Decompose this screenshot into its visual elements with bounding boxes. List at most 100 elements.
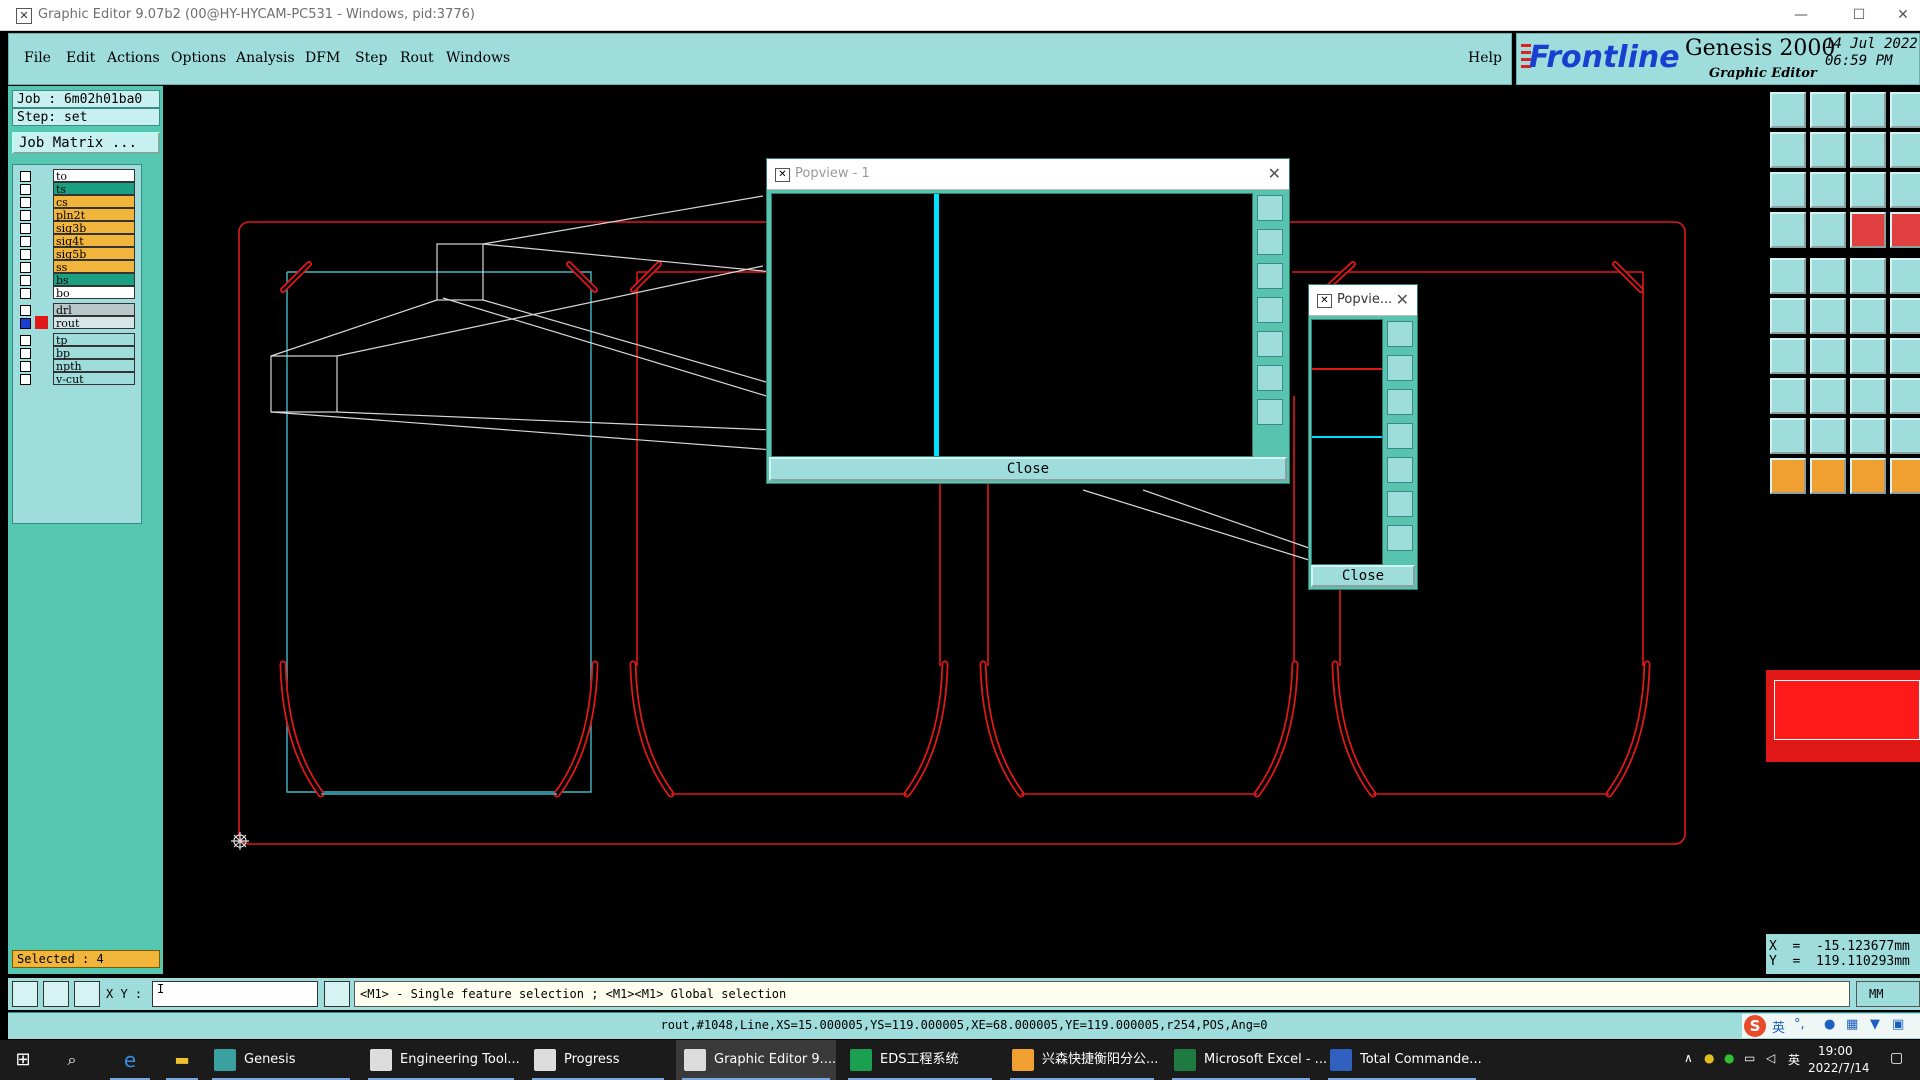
slot-tool-icon[interactable] [1850, 258, 1886, 294]
pan-down-icon[interactable] [1387, 389, 1413, 415]
layer-checkbox[interactable] [20, 197, 31, 208]
taskbar-item[interactable]: Graphic Editor 9.... [676, 1040, 836, 1080]
pan-up-icon[interactable] [1387, 355, 1413, 381]
help-tool-icon[interactable] [1890, 172, 1920, 208]
file-explorer-icon[interactable]: ▬ [160, 1040, 204, 1080]
ime-punctuation[interactable]: °, [1794, 1017, 1805, 1032]
search-icon[interactable]: ⌕ [52, 1040, 92, 1080]
zoom-window-icon[interactable] [1387, 321, 1413, 347]
grid-mode-icon[interactable] [74, 981, 100, 1007]
layer-checkbox[interactable] [20, 223, 31, 234]
menu-edit[interactable]: Edit [66, 50, 95, 66]
taskbar-item[interactable]: Genesis [206, 1040, 356, 1080]
tray-chevron-icon[interactable]: ∧ [1684, 1051, 1693, 1065]
layer-row-ts[interactable]: ts [15, 182, 141, 196]
menu-rout[interactable]: Rout [400, 50, 434, 66]
dim-tool-icon[interactable] [1770, 378, 1806, 414]
layer-row-bp[interactable]: bp [15, 346, 141, 360]
network-icon[interactable]: ▭ [1744, 1051, 1755, 1065]
skin-icon[interactable]: ▼ [1870, 1017, 1880, 1032]
layer-row-sig5b[interactable]: sig5b [15, 247, 141, 261]
layout-tool-icon[interactable] [1890, 92, 1920, 128]
menu-step[interactable]: Step [355, 50, 387, 66]
rotate-tool-icon[interactable] [1850, 132, 1886, 168]
right-tool-icon[interactable] [1810, 132, 1846, 168]
layer-checkbox[interactable] [20, 305, 31, 316]
zoom-out-icon[interactable] [1257, 399, 1283, 425]
pan-left-icon[interactable] [1387, 423, 1413, 449]
minimize-button[interactable]: — [1782, 3, 1820, 27]
layer-row-pln2t[interactable]: pln2t [15, 208, 141, 222]
measure-mode-icon[interactable] [43, 981, 69, 1007]
tray-app-icon[interactable]: ● [1704, 1051, 1714, 1065]
tri-b-tool-icon[interactable] [1810, 418, 1846, 454]
layer-row-sig3b[interactable]: sig3b [15, 221, 141, 235]
layer-row-npth[interactable]: npth [15, 359, 141, 373]
taskbar-item[interactable]: EDS工程系统 [842, 1040, 998, 1080]
tray-language[interactable]: 英 [1788, 1051, 1800, 1068]
layer-checkbox[interactable] [20, 249, 31, 260]
popview-1-canvas[interactable] [771, 193, 1253, 457]
start-icon[interactable]: ⊞ [0, 1040, 46, 1080]
cross-tool-icon[interactable] [1810, 298, 1846, 334]
arc-tool-icon[interactable] [1850, 298, 1886, 334]
tri-c-tool-icon[interactable] [1850, 418, 1886, 454]
pan-left-icon[interactable] [1257, 297, 1283, 323]
tri-d-tool-icon[interactable] [1890, 418, 1920, 454]
keyboard-icon[interactable]: ▦ [1846, 1017, 1858, 1032]
layer-row-tp[interactable]: tp [15, 333, 141, 347]
circle-tool-icon[interactable] [1890, 258, 1920, 294]
layer-row-v-cut[interactable]: v-cut [15, 372, 141, 386]
split-tool-icon[interactable] [1850, 378, 1886, 414]
fit-tool-icon[interactable] [1770, 172, 1806, 208]
input-mode-icon[interactable] [324, 981, 350, 1007]
volume-icon[interactable]: ◁ [1766, 1051, 1775, 1065]
save-tool-icon[interactable] [1810, 92, 1846, 128]
bar-tool-icon[interactable] [1810, 378, 1846, 414]
layer-checkbox[interactable] [20, 318, 31, 329]
layer-row-cs[interactable]: cs [15, 195, 141, 209]
route-b-tool-icon[interactable] [1890, 212, 1920, 248]
zoom-in-icon[interactable] [1257, 365, 1283, 391]
ime-language[interactable]: 英 [1772, 1017, 1785, 1036]
microphone-icon[interactable]: ● [1824, 1017, 1835, 1032]
zoom-out-icon[interactable] [1387, 525, 1413, 551]
xy-input[interactable]: I [152, 981, 318, 1007]
popview-2-close-button[interactable]: Close [1311, 565, 1415, 587]
zoom-window-icon[interactable] [1257, 195, 1283, 221]
select-add-tool-icon[interactable] [1810, 458, 1846, 494]
angle-tool-icon[interactable] [1770, 338, 1806, 374]
layer-checkbox[interactable] [20, 288, 31, 299]
ie-icon[interactable]: e [104, 1040, 156, 1080]
layer-checkbox[interactable] [20, 275, 31, 286]
zoom-in-icon[interactable] [1387, 491, 1413, 517]
layer-row-rout[interactable]: rout [15, 316, 141, 330]
hand-tool-icon[interactable] [1770, 212, 1806, 248]
layer-checkbox[interactable] [20, 236, 31, 247]
pan-up-icon[interactable] [1257, 229, 1283, 255]
left-tool-icon[interactable] [1770, 132, 1806, 168]
snap-tool-icon[interactable] [1890, 338, 1920, 374]
route-a-tool-icon[interactable] [1850, 212, 1886, 248]
layer-checkbox[interactable] [20, 374, 31, 385]
popview-1-close-icon[interactable]: ✕ [1268, 164, 1281, 183]
popview-1-close-button[interactable]: Close [769, 457, 1287, 481]
units-indicator[interactable]: MM [1856, 981, 1920, 1007]
sogou-ime-icon[interactable]: S [1744, 1015, 1766, 1037]
menu-dfm[interactable]: DFM [305, 50, 340, 66]
tray-sync-icon[interactable]: ● [1724, 1051, 1734, 1065]
menu-analysis[interactable]: Analysis [236, 50, 295, 66]
maximize-button[interactable]: ☐ [1840, 3, 1878, 27]
menu-file[interactable]: File [24, 50, 51, 66]
layer-checkbox[interactable] [20, 361, 31, 372]
select-move-tool-icon[interactable] [1890, 458, 1920, 494]
notification-icon[interactable]: ▢ [1890, 1050, 1903, 1066]
draw-tool-icon[interactable] [1810, 338, 1846, 374]
connect-tool-icon[interactable] [1890, 298, 1920, 334]
layer-checkbox[interactable] [20, 262, 31, 273]
select-tool-icon[interactable] [1770, 458, 1806, 494]
shape-tool-icon[interactable] [1890, 378, 1920, 414]
clock-time[interactable]: 19:00 [1818, 1044, 1853, 1058]
layer-row-bs[interactable]: bs [15, 273, 141, 287]
scale-tool-icon[interactable] [1850, 172, 1886, 208]
